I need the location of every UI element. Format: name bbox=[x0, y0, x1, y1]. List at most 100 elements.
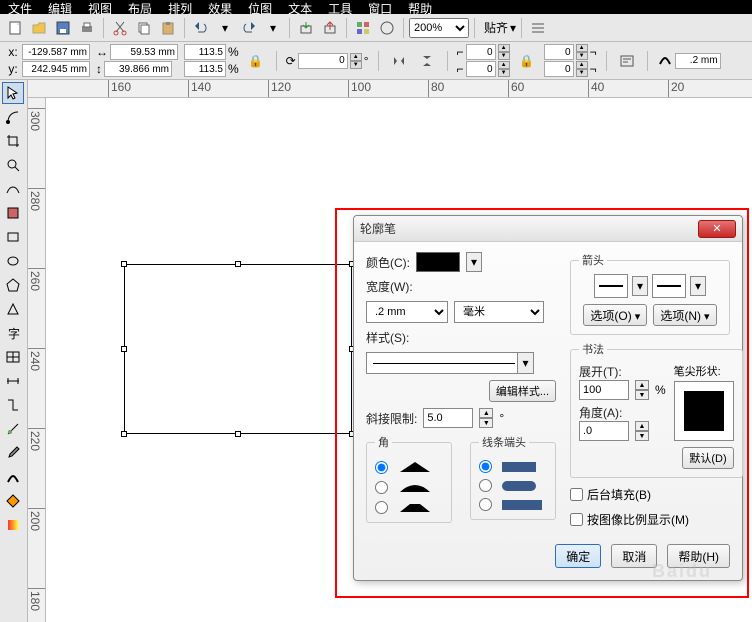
copy-icon[interactable] bbox=[133, 17, 155, 39]
width-select[interactable]: .2 mm bbox=[366, 301, 448, 323]
polygon-tool-icon[interactable] bbox=[2, 274, 24, 296]
open-icon[interactable] bbox=[28, 17, 50, 39]
menu-item[interactable]: 文件 bbox=[0, 0, 40, 14]
x-input[interactable] bbox=[22, 44, 90, 60]
edit-style-button[interactable]: 编辑样式... bbox=[489, 380, 556, 402]
ok-button[interactable]: 确定 bbox=[555, 544, 601, 568]
cap-round-radio[interactable] bbox=[479, 479, 492, 492]
scale-x-input[interactable] bbox=[184, 44, 226, 60]
corner-miter-radio[interactable] bbox=[375, 461, 388, 474]
corner-input[interactable] bbox=[466, 44, 496, 60]
corner-input[interactable] bbox=[544, 61, 574, 77]
zoom-tool-icon[interactable] bbox=[2, 154, 24, 176]
print-icon[interactable] bbox=[76, 17, 98, 39]
spinner[interactable]: ▲▼ bbox=[576, 61, 588, 77]
rectangle-tool-icon[interactable] bbox=[2, 226, 24, 248]
menu-item[interactable]: 编辑 bbox=[40, 0, 80, 14]
miter-input[interactable] bbox=[423, 408, 473, 428]
spinner[interactable]: ▲▼ bbox=[498, 44, 510, 60]
style-select[interactable]: ▾ bbox=[366, 352, 534, 374]
ellipse-tool-icon[interactable] bbox=[2, 250, 24, 272]
undo-dropdown-icon[interactable]: ▾ bbox=[214, 17, 236, 39]
scale-with-image-checkbox[interactable] bbox=[570, 513, 583, 526]
stretch-input[interactable] bbox=[579, 380, 629, 400]
pick-tool-icon[interactable] bbox=[2, 82, 24, 104]
smart-fill-icon[interactable] bbox=[2, 202, 24, 224]
fill-tool-icon[interactable] bbox=[2, 490, 24, 512]
angle-spinner[interactable]: ▲▼ bbox=[635, 421, 649, 441]
menu-item[interactable]: 文本 bbox=[280, 0, 320, 14]
selected-rectangle[interactable] bbox=[124, 264, 352, 434]
outline-tool-icon[interactable] bbox=[2, 466, 24, 488]
spinner[interactable]: ▲▼ bbox=[498, 61, 510, 77]
color-well[interactable] bbox=[416, 252, 460, 272]
stretch-spinner[interactable]: ▲▼ bbox=[635, 380, 649, 400]
arrow-start-dropdown[interactable]: ▾ bbox=[632, 276, 648, 296]
corner-bevel-radio[interactable] bbox=[375, 501, 388, 514]
color-dropdown-icon[interactable]: ▾ bbox=[466, 252, 482, 272]
arrow-end-dropdown[interactable]: ▾ bbox=[690, 276, 706, 296]
export-icon[interactable] bbox=[319, 17, 341, 39]
paste-icon[interactable] bbox=[157, 17, 179, 39]
menu-item[interactable]: 工具 bbox=[320, 0, 360, 14]
eyedropper-tool-icon[interactable] bbox=[2, 442, 24, 464]
arrow-options-left[interactable]: 选项(O) ▾ bbox=[583, 304, 647, 326]
menu-item[interactable]: 位图 bbox=[240, 0, 280, 14]
cut-icon[interactable] bbox=[109, 17, 131, 39]
cap-flat-radio[interactable] bbox=[479, 460, 492, 473]
default-button[interactable]: 默认(D) bbox=[682, 447, 733, 469]
corner-input[interactable] bbox=[544, 44, 574, 60]
close-button[interactable]: ✕ bbox=[698, 220, 736, 238]
redo-icon[interactable] bbox=[238, 17, 260, 39]
cap-square-radio[interactable] bbox=[479, 498, 492, 511]
menu-item[interactable]: 效果 bbox=[200, 0, 240, 14]
lock-corners-icon[interactable]: 🔒 bbox=[516, 50, 538, 72]
shape-tool-icon[interactable] bbox=[2, 106, 24, 128]
y-input[interactable] bbox=[22, 61, 90, 77]
spinner[interactable]: ▲▼ bbox=[576, 44, 588, 60]
rotation-input[interactable] bbox=[298, 53, 348, 69]
welcome-icon[interactable] bbox=[376, 17, 398, 39]
options-icon[interactable] bbox=[527, 17, 549, 39]
width-input[interactable] bbox=[110, 44, 178, 60]
zoom-select[interactable]: 200% bbox=[409, 18, 469, 38]
height-input[interactable] bbox=[104, 61, 172, 77]
outline-width-input[interactable] bbox=[675, 53, 721, 69]
arrow-options-right[interactable]: 选项(N) ▾ bbox=[653, 304, 716, 326]
lock-ratio-icon[interactable]: 🔒 bbox=[245, 50, 267, 72]
basic-shapes-icon[interactable] bbox=[2, 298, 24, 320]
corner-input[interactable] bbox=[466, 61, 496, 77]
table-tool-icon[interactable] bbox=[2, 346, 24, 368]
menu-item[interactable]: 帮助 bbox=[400, 0, 440, 14]
corner-round-radio[interactable] bbox=[375, 481, 388, 494]
menu-item[interactable]: 窗口 bbox=[360, 0, 400, 14]
effects-tool-icon[interactable] bbox=[2, 418, 24, 440]
freehand-tool-icon[interactable] bbox=[2, 178, 24, 200]
new-icon[interactable] bbox=[4, 17, 26, 39]
snap-dropdown-icon[interactable]: ▾ bbox=[510, 21, 516, 35]
connector-tool-icon[interactable] bbox=[2, 394, 24, 416]
behind-fill-checkbox[interactable] bbox=[570, 488, 583, 501]
wrap-text-icon[interactable] bbox=[616, 50, 638, 72]
menu-item[interactable]: 布局 bbox=[120, 0, 160, 14]
redo-dropdown-icon[interactable]: ▾ bbox=[262, 17, 284, 39]
crop-tool-icon[interactable] bbox=[2, 130, 24, 152]
menu-item[interactable]: 视图 bbox=[80, 0, 120, 14]
help-button[interactable]: 帮助(H) bbox=[667, 544, 730, 568]
interactive-fill-icon[interactable] bbox=[2, 514, 24, 536]
mirror-v-icon[interactable] bbox=[416, 50, 438, 72]
menu-item[interactable]: 排列 bbox=[160, 0, 200, 14]
app-launcher-icon[interactable] bbox=[352, 17, 374, 39]
mirror-h-icon[interactable] bbox=[388, 50, 410, 72]
save-icon[interactable] bbox=[52, 17, 74, 39]
cancel-button[interactable]: 取消 bbox=[611, 544, 657, 568]
angle-input[interactable] bbox=[579, 421, 629, 441]
dimension-tool-icon[interactable] bbox=[2, 370, 24, 392]
text-tool-icon[interactable]: 字 bbox=[2, 322, 24, 344]
undo-icon[interactable] bbox=[190, 17, 212, 39]
rotation-spinner[interactable]: ▲▼ bbox=[350, 53, 362, 69]
miter-spinner[interactable]: ▲▼ bbox=[479, 408, 493, 428]
unit-select[interactable]: 毫米 bbox=[454, 301, 544, 323]
import-icon[interactable] bbox=[295, 17, 317, 39]
scale-y-input[interactable] bbox=[184, 61, 226, 77]
